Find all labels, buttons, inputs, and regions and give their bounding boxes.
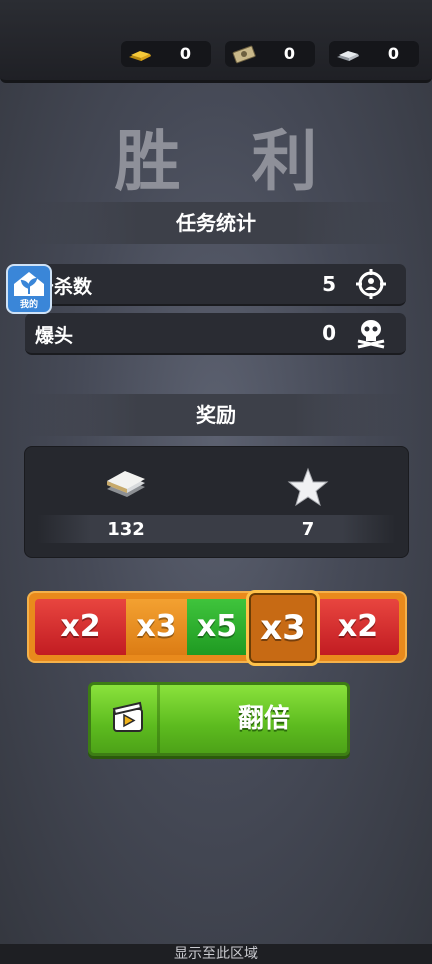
my-home-badge[interactable]: 我的: [6, 264, 52, 314]
cash-bundle-icon: [232, 45, 256, 64]
star-reward-value: 7: [301, 519, 315, 540]
multiplier-segment: x2: [317, 599, 399, 655]
resource-silver: 0: [329, 41, 419, 67]
resource-gold: 0: [121, 41, 211, 67]
rewards-heading: 奖励: [20, 394, 412, 436]
crosshair-target-icon: [356, 269, 386, 299]
kills-row: 击杀数 5: [25, 264, 406, 306]
skull-crossbones-icon: [357, 320, 385, 349]
kills-value: 5: [322, 272, 336, 296]
cash-count: 0: [283, 44, 295, 63]
my-home-label: 我的: [19, 300, 38, 310]
silver-count: 0: [387, 44, 399, 63]
gold-bar-icon: [129, 51, 151, 61]
headshots-row: 爆头 0: [25, 313, 406, 355]
button-divider: [157, 685, 160, 753]
headshots-label: 爆头: [35, 325, 74, 347]
rewards-panel: 132 7: [24, 446, 409, 558]
resource-cash: 0: [225, 41, 315, 67]
resource-bar: 0 0 0: [0, 0, 432, 83]
video-ad-icon: [112, 701, 143, 732]
double-button-label: 翻倍: [237, 704, 290, 734]
footer-bar: 显示至此区域: [0, 944, 432, 964]
multiplier-segment: x5: [187, 599, 247, 655]
stats-heading: 任务统计: [20, 202, 412, 244]
victory-title: 胜 利: [114, 123, 342, 200]
multiplier-segment: x3: [126, 599, 187, 655]
multiplier-segment: x2: [35, 599, 126, 655]
multiplier-roulette: x2 x3 x5 x3 x2: [27, 591, 407, 663]
cash-reward-value: 132: [107, 519, 145, 540]
silver-bar-icon: [337, 51, 359, 61]
double-reward-button[interactable]: 翻倍: [88, 682, 350, 756]
gold-count: 0: [179, 44, 191, 63]
star-icon: [287, 467, 329, 507]
multiplier-selector: x3: [246, 590, 320, 666]
cash-stack-icon: [107, 471, 145, 497]
footer-text: 显示至此区域: [174, 946, 258, 962]
headshots-value: 0: [322, 321, 336, 345]
